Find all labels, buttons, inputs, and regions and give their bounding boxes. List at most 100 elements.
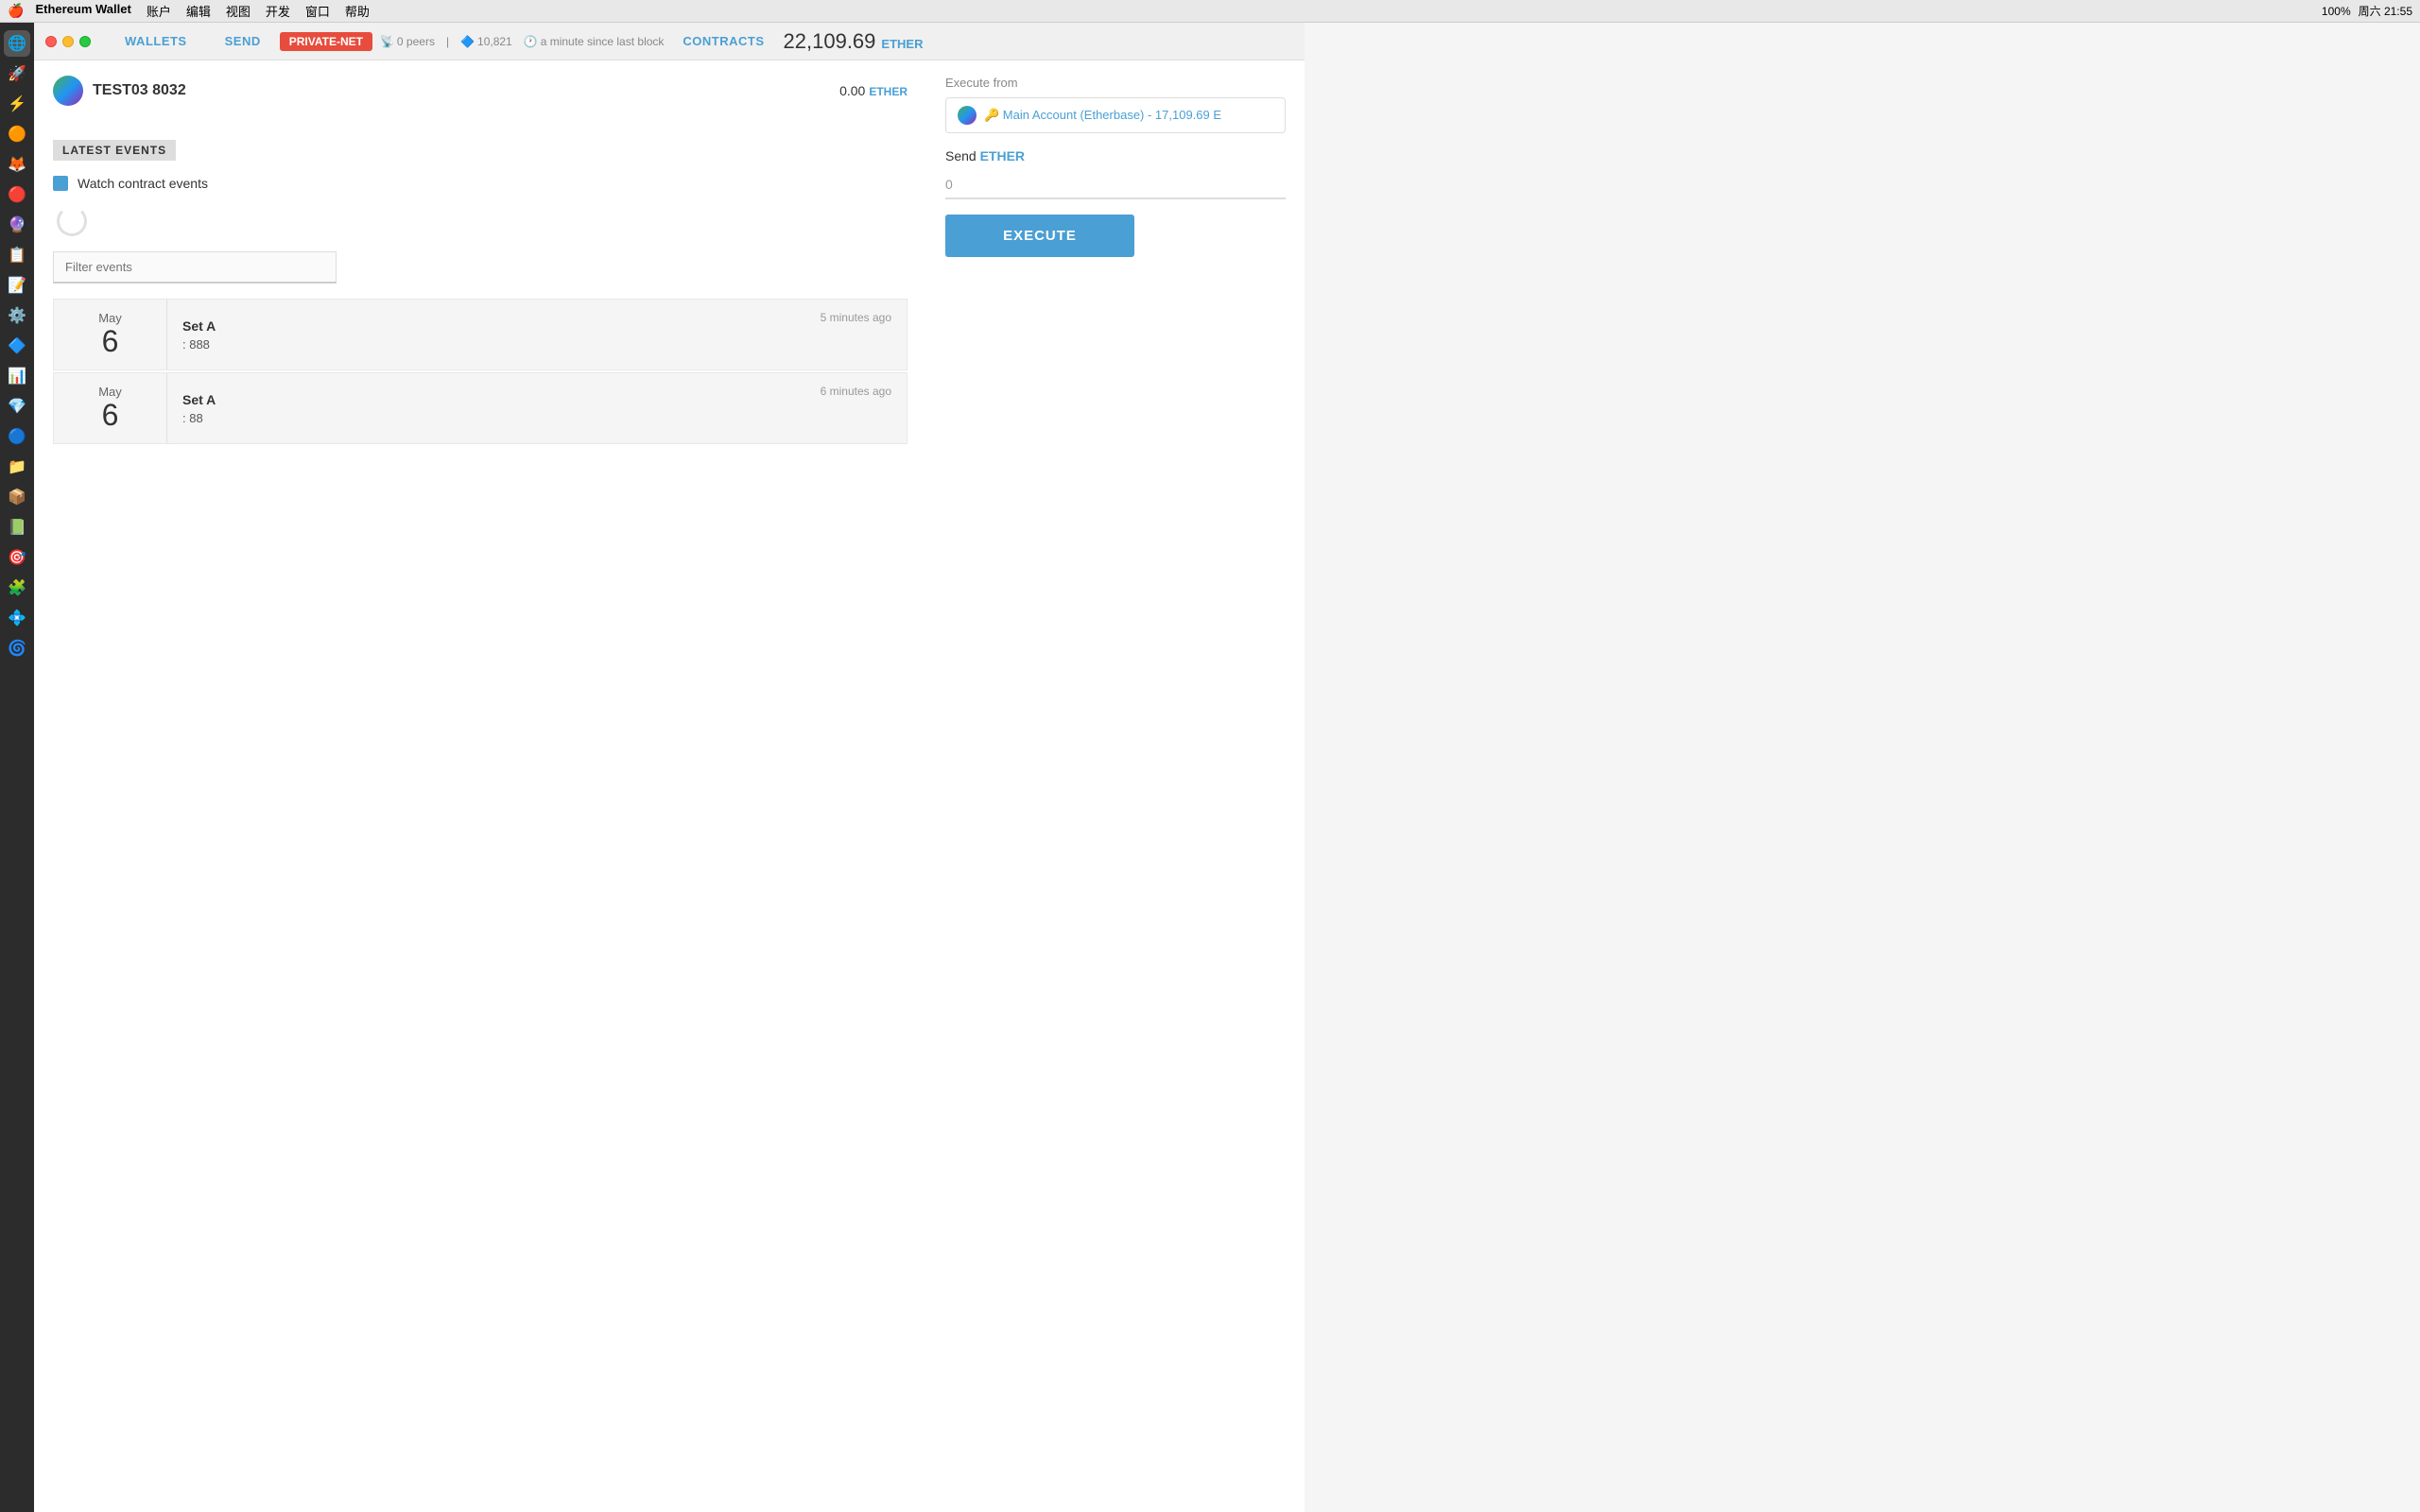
account-select[interactable]: 🔑 Main Account (Etherbase) - 17,109.69 E [945, 97, 1286, 133]
sidebar-icon-18[interactable]: 🧩 [4, 575, 30, 601]
private-net-badge: PRIVATE-NET [280, 32, 372, 51]
account-select-icon [958, 106, 977, 125]
nav-tabs: WALLETS SEND PRIVATE-NET 📡 0 peers | 🔷 1… [106, 23, 923, 60]
watch-label: Watch contract events [78, 176, 208, 191]
sidebar-icon-2[interactable]: ⚡ [4, 91, 30, 117]
event-name-2: Set A [182, 392, 790, 407]
clock-icon: 🕐 [524, 35, 538, 48]
ether-balance: 22,109.69 ETHER [784, 29, 924, 54]
peers-label: 0 peers [397, 35, 435, 48]
balance-unit: ETHER [881, 37, 923, 51]
watch-events-row[interactable]: Watch contract events [53, 176, 908, 191]
event-value-1: : 888 [182, 337, 790, 352]
peers-status: 📡 0 peers [380, 35, 435, 48]
sidebar-icon-3[interactable]: 🟠 [4, 121, 30, 147]
sidebar-icon-10[interactable]: 🔷 [4, 333, 30, 359]
title-bar: WALLETS SEND PRIVATE-NET 📡 0 peers | 🔷 1… [34, 23, 1305, 60]
event-content-2: Set A : 88 [167, 373, 805, 443]
sidebar-icon-11[interactable]: 📊 [4, 363, 30, 389]
menu-dev[interactable]: 开发 [266, 2, 290, 20]
sidebar-icon-7[interactable]: 📋 [4, 242, 30, 268]
app-window: WALLETS SEND PRIVATE-NET 📡 0 peers | 🔷 1… [34, 23, 1305, 1512]
sidebar-icon-20[interactable]: 🌀 [4, 635, 30, 662]
block-icon: 🔷 [460, 35, 475, 48]
sidebar-icon-5[interactable]: 🔴 [4, 181, 30, 208]
minimize-button[interactable] [62, 36, 74, 47]
sidebar-icon-15[interactable]: 📦 [4, 484, 30, 510]
menu-bar: 🍎 Ethereum Wallet 账户 编辑 视图 开发 窗口 帮助 100%… [0, 0, 2420, 23]
sidebar-icon-8[interactable]: 📝 [4, 272, 30, 299]
block-status: 🔷 10,821 [460, 35, 512, 48]
send-ether-label: Send ETHER [945, 148, 1286, 163]
sidebar-icon-19[interactable]: 💠 [4, 605, 30, 631]
sidebar-icon-1[interactable]: 🚀 [4, 60, 30, 87]
sidebar: 🌐 🚀 ⚡ 🟠 🦊 🔴 🔮 📋 📝 ⚙️ 🔷 📊 💎 🔵 📁 📦 📗 🎯 🧩 💠… [0, 23, 34, 1512]
signal-icon: 📡 [380, 35, 394, 48]
menu-accounts[interactable]: 账户 [147, 2, 171, 20]
event-row-2[interactable]: May 6 Set A : 88 6 minutes ago [53, 372, 908, 444]
right-panel: Execute from 🔑 Main Account (Etherbase) … [926, 76, 1286, 1497]
sidebar-icon-13[interactable]: 🔵 [4, 423, 30, 450]
send-tab[interactable]: SEND [206, 23, 280, 60]
menu-help[interactable]: 帮助 [345, 2, 370, 20]
sidebar-icon-4[interactable]: 🦊 [4, 151, 30, 178]
traffic-lights [45, 36, 91, 47]
menu-view[interactable]: 视图 [226, 2, 251, 20]
send-text: Send [945, 148, 977, 163]
menu-window[interactable]: 窗口 [305, 2, 330, 20]
execute-from-label: Execute from [945, 76, 1286, 90]
contracts-tab[interactable]: CONTRACTS [664, 23, 783, 60]
app-name[interactable]: Ethereum Wallet [35, 2, 130, 20]
ether-amount-input[interactable] [945, 171, 1286, 199]
block-number: 10,821 [477, 35, 512, 48]
watch-checkbox[interactable] [53, 176, 68, 191]
apple-logo[interactable]: 🍎 [8, 3, 24, 19]
contract-balance-unit: ETHER [869, 85, 908, 98]
event-date-1: May 6 [54, 300, 167, 369]
sidebar-icon-17[interactable]: 🎯 [4, 544, 30, 571]
status-bar: 📡 0 peers | 🔷 10,821 🕐 a minute since la… [380, 35, 664, 48]
last-block-label: a minute since last block [541, 35, 665, 48]
contract-name: TEST03 8032 [93, 82, 186, 99]
menu-bar-right: 100% 周六 21:55 [2322, 3, 2412, 19]
balance-amount: 22,109.69 [784, 29, 876, 54]
maximize-button[interactable] [79, 36, 91, 47]
execute-button[interactable]: EXECUTE [945, 215, 1134, 257]
contract-header: TEST03 8032 0.00 ETHER [53, 76, 908, 117]
loading-spinner [57, 206, 87, 236]
sidebar-icon-9[interactable]: ⚙️ [4, 302, 30, 329]
contract-icon [53, 76, 83, 106]
event-name-1: Set A [182, 318, 790, 334]
event-month-2: May [98, 385, 122, 399]
contract-balance: 0.00 ETHER [839, 83, 908, 98]
event-value-2: : 88 [182, 411, 790, 425]
event-time-2: 6 minutes ago [805, 373, 907, 443]
menu-edit[interactable]: 编辑 [186, 2, 211, 20]
event-time-1: 5 minutes ago [805, 300, 907, 369]
sidebar-icon-12[interactable]: 💎 [4, 393, 30, 420]
wallets-tab[interactable]: WALLETS [106, 23, 206, 60]
event-day-2: 6 [102, 399, 119, 432]
main-content: TEST03 8032 0.00 ETHER LATEST EVENTS Wat… [34, 60, 1305, 1512]
sidebar-icon-0[interactable]: 🌐 [4, 30, 30, 57]
ether-currency-label: ETHER [980, 148, 1025, 163]
event-day-1: 6 [102, 325, 119, 358]
event-row-1[interactable]: May 6 Set A : 888 5 minutes ago [53, 299, 908, 370]
event-date-2: May 6 [54, 373, 167, 443]
battery-status: 100% [2322, 5, 2351, 18]
contract-balance-amount: 0.00 [839, 83, 865, 98]
events-section: LATEST EVENTS Watch contract events May … [53, 140, 908, 444]
left-panel: TEST03 8032 0.00 ETHER LATEST EVENTS Wat… [53, 76, 908, 1497]
close-button[interactable] [45, 36, 57, 47]
filter-events-input[interactable] [53, 251, 337, 284]
sidebar-icon-16[interactable]: 📗 [4, 514, 30, 541]
account-name: 🔑 Main Account (Etherbase) - 17,109.69 E [984, 108, 1221, 123]
event-month-1: May [98, 311, 122, 325]
sidebar-icon-14[interactable]: 📁 [4, 454, 30, 480]
last-block-status: 🕐 a minute since last block [524, 35, 665, 48]
sidebar-icon-6[interactable]: 🔮 [4, 212, 30, 238]
menu-items: Ethereum Wallet 账户 编辑 视图 开发 窗口 帮助 [35, 2, 2321, 20]
event-content-1: Set A : 888 [167, 300, 805, 369]
events-header: LATEST EVENTS [53, 140, 176, 161]
clock: 周六 21:55 [2359, 3, 2412, 19]
